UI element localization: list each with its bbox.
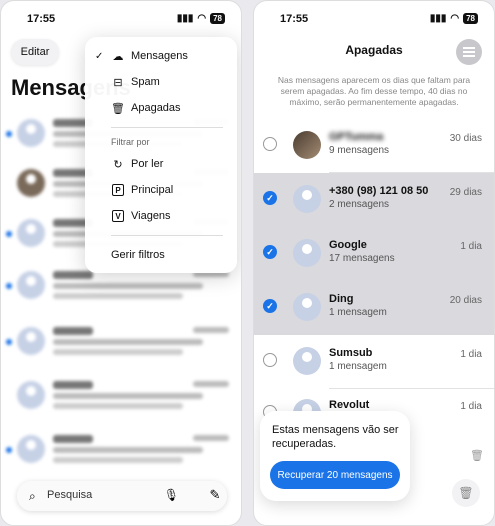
menu-item-mensagens[interactable]: ✓ ☁ Mensagens (85, 45, 237, 67)
recover-button[interactable]: Recuperar 20 mensagens (270, 461, 400, 489)
delete-button[interactable]: 🗑 (452, 479, 480, 507)
checked-radio[interactable]: ✓ (263, 191, 277, 205)
list-item[interactable] (1, 427, 241, 481)
avatar (293, 239, 321, 267)
days-left: 1 dia (460, 241, 482, 252)
status-bar: 17:55 ▮▮▮ ◠ 78 (254, 11, 494, 27)
avatar (293, 293, 321, 321)
compose-icon: ✎ (209, 487, 221, 502)
cloud-bubble-icon: ☁ (112, 50, 124, 63)
filter-header: Filtrar por (111, 137, 150, 147)
deleted-row[interactable]: ✓ +380 (98) 121 08 50 2 mensagens 29 dia… (254, 173, 494, 227)
days-left: 30 dias (449, 133, 482, 144)
status-bar: 17:55 ▮▮▮ ◠ 78 (1, 11, 241, 27)
message-count: 1 mensagem (329, 361, 387, 372)
contact-name: Revolut (329, 399, 370, 411)
recover-toast: Estas mensagens vão ser recuperadas. Rec… (260, 411, 410, 501)
principal-icon: P (112, 184, 124, 196)
menu-item-spam[interactable]: ⊟ Spam (85, 71, 237, 93)
list-item[interactable] (1, 319, 241, 373)
select-radio[interactable] (263, 353, 277, 367)
manage-filters-item[interactable]: Gerir filtros (111, 249, 165, 261)
status-time: 17:55 (280, 13, 309, 25)
contact-name: +380 (98) 121 08 50 (329, 185, 429, 197)
battery-icon: 78 (463, 13, 478, 24)
contact-name: GPTumma (329, 131, 384, 143)
checked-radio[interactable]: ✓ (263, 245, 277, 259)
menu-item-por-ler[interactable]: ↻ Por ler (85, 153, 237, 175)
avatar (293, 185, 321, 213)
wifi-icon: ◠ (450, 13, 460, 24)
message-count: 9 mensagens (329, 145, 390, 156)
toast-text: Estas mensagens vão ser recuperadas. (272, 424, 399, 450)
wifi-icon: ◠ (197, 13, 207, 24)
deleted-screen: 17:55 ▮▮▮ ◠ 78 Apagadas Nas mensagens ap… (253, 0, 495, 526)
message-count: 17 mensagens (329, 253, 395, 264)
select-radio[interactable] (263, 137, 277, 151)
message-count: 1 mensagem (329, 307, 387, 318)
divider (111, 235, 223, 236)
list-item[interactable] (1, 373, 241, 427)
viagens-icon: V (112, 210, 124, 222)
messages-screen: 17:55 ▮▮▮ ◠ 78 Editar Mensagens ✓ ☁ Mens… (0, 0, 242, 526)
trash-icon: 🗑 (470, 450, 484, 462)
trash-icon: 🗑 (111, 102, 125, 115)
days-left: 29 dias (449, 187, 482, 198)
deleted-row[interactable]: ✓ Google 17 mensagens 1 dia (254, 227, 494, 281)
contact-name: Google (329, 239, 367, 251)
search-input[interactable]: ⌕ Pesquisa 🎙 (17, 481, 227, 511)
days-left: 1 dia (460, 401, 482, 412)
avatar (293, 347, 321, 375)
contact-name: Sumsub (329, 347, 373, 359)
menu-item-viagens[interactable]: V Viagens (85, 205, 237, 227)
trash-icon: 🗑 (458, 486, 474, 500)
status-time: 17:55 (27, 13, 56, 25)
days-left: 20 dias (449, 295, 482, 306)
avatar (293, 131, 321, 159)
menu-item-apagadas[interactable]: 🗑 Apagadas (85, 97, 237, 119)
info-text: Nas mensagens aparecem os dias que falta… (277, 75, 471, 107)
signal-icon: ▮▮▮ (176, 13, 194, 24)
deleted-row[interactable]: ✓ Ding 1 mensagem 20 dias (254, 281, 494, 335)
filter-menu: ✓ ☁ Mensagens ⊟ Spam 🗑 Apagadas Filtrar … (85, 37, 237, 273)
checked-radio[interactable]: ✓ (263, 299, 277, 313)
search-placeholder: Pesquisa (47, 489, 93, 501)
message-count: 2 mensagens (329, 199, 390, 210)
signal-icon: ▮▮▮ (429, 13, 447, 24)
menu-icon (463, 51, 475, 53)
checkmark-icon: ✓ (95, 50, 104, 62)
spam-box-icon: ⊟ (113, 76, 123, 89)
battery-icon: 78 (210, 13, 225, 24)
microphone-icon[interactable]: 🎙 (164, 488, 179, 502)
contact-name: Ding (329, 293, 354, 305)
days-left: 1 dia (460, 349, 482, 360)
edit-button[interactable]: Editar (11, 39, 59, 65)
compose-button[interactable]: ✎ (201, 481, 229, 509)
unread-icon: ↻ (113, 158, 123, 171)
divider (111, 127, 223, 128)
deleted-row[interactable]: GPTumma 9 mensagens 30 dias (254, 119, 494, 173)
options-button[interactable] (456, 39, 482, 65)
menu-item-principal[interactable]: P Principal (85, 179, 237, 201)
search-icon: ⌕ (29, 489, 36, 503)
deleted-row[interactable]: Sumsub 1 mensagem 1 dia (254, 335, 494, 389)
